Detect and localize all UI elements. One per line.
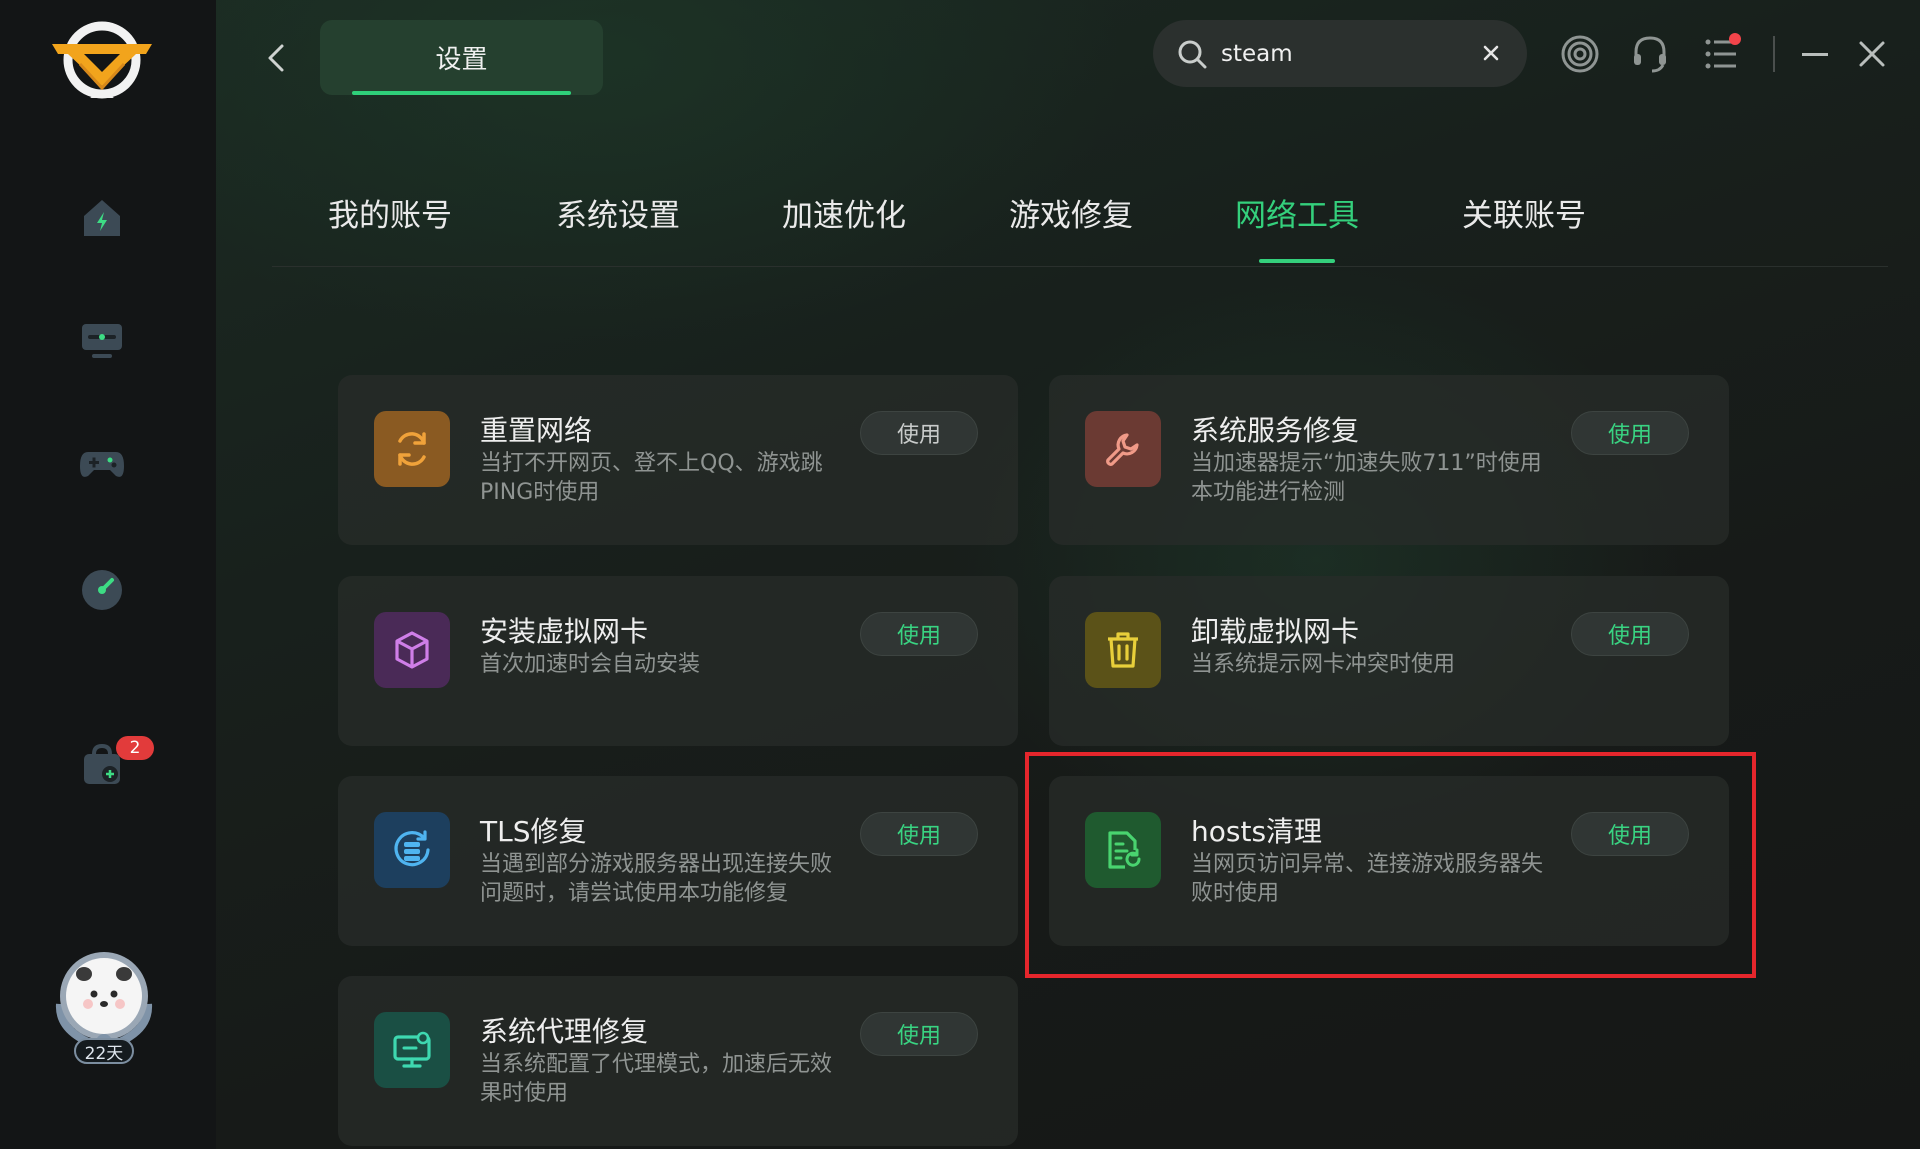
database-sync-icon [374,812,450,888]
use-button[interactable]: 使用 [860,812,978,856]
refresh-icon [374,411,450,487]
trash-icon [1085,612,1161,688]
tool-name: TLS修复 [480,815,587,848]
clear-search-icon[interactable] [1479,41,1503,65]
speedometer-icon[interactable] [78,566,126,614]
tool-description: 当打不开网页、登不上QQ、游戏跳PING时使用 [480,451,823,505]
app-logo [52,21,152,99]
tab-game-repair[interactable]: 游戏修复 [1009,190,1133,235]
tool-card-system-service-repair: 系统服务修复 当加速器提示“加速失败711”时使用本功能进行检测 使用 [1049,375,1729,545]
tab-system-settings[interactable]: 系统设置 [556,190,680,235]
tab-my-account[interactable]: 我的账号 [328,190,452,235]
highlight-box [1025,752,1756,978]
tool-card-tls-repair: TLS修复 当遇到部分游戏服务器出现连接失败问题时，请尝试使用本功能修复 使用 [338,776,1018,946]
use-button[interactable]: 使用 [1571,411,1689,455]
tool-description: 当加速器提示“加速失败711”时使用本功能进行检测 [1191,451,1542,505]
wrench-icon [1085,411,1161,487]
tool-name: 系统服务修复 [1191,414,1360,447]
tool-name: 系统代理修复 [480,1015,649,1048]
use-button[interactable]: 使用 [860,411,978,455]
tool-card-install-virtual-nic: 安装虚拟网卡 首次加速时会自动安装 使用 [338,576,1018,746]
tool-name: 卸载虚拟网卡 [1191,615,1360,648]
minimize-icon[interactable] [1793,32,1837,76]
gamepad-icon[interactable] [78,440,126,488]
tool-name: 安装虚拟网卡 [480,615,649,648]
membership-days: 22天 [74,1038,134,1064]
settings-title-tab[interactable]: 设置 [320,20,603,95]
spiral-icon[interactable] [1558,32,1602,76]
menu-notification-dot [1729,33,1741,45]
tool-description: 当遇到部分游戏服务器出现连接失败问题时，请尝试使用本功能修复 [480,852,833,906]
toolbar-divider [1773,36,1775,72]
search-icon [1178,40,1207,68]
settings-tabs: 我的账号 系统设置 加速优化 游戏修复 网络工具 关联账号 [272,190,1888,267]
cube-icon [374,612,450,688]
tool-description: 当系统配置了代理模式，加速后无效果时使用 [480,1052,833,1106]
sidebar: 2 22天 [0,0,216,1149]
back-arrow-icon[interactable] [264,40,288,76]
avatar[interactable]: 22天 [54,944,154,1070]
use-button[interactable]: 使用 [860,612,978,656]
use-button[interactable]: 使用 [860,1012,978,1056]
tool-card-reset-network: 重置网络 当打不开网页、登不上QQ、游戏跳PING时使用 使用 [338,375,1018,545]
tool-card-system-proxy-repair: 系统代理修复 当系统配置了代理模式，加速后无效果时使用 使用 [338,976,1018,1146]
tool-name: 重置网络 [480,414,593,447]
use-button[interactable]: 使用 [1571,612,1689,656]
page-title: 设置 [435,45,488,75]
monitor-icon [374,1012,450,1088]
headset-icon[interactable] [1628,32,1672,76]
tab-network-tools[interactable]: 网络工具 [1235,190,1359,235]
monitor-nav-icon[interactable] [78,316,126,364]
notification-badge: 2 [116,736,154,760]
tool-description: 当系统提示网卡冲突时使用 [1191,652,1456,677]
close-icon[interactable] [1850,32,1894,76]
active-tab-underline [1259,259,1335,263]
tab-linked-accounts[interactable]: 关联账号 [1462,190,1586,235]
tool-card-uninstall-virtual-nic: 卸载虚拟网卡 当系统提示网卡冲突时使用 使用 [1049,576,1729,746]
search-input[interactable]: steam [1221,41,1293,67]
home-icon[interactable] [78,194,126,242]
search-bar[interactable]: steam [1153,20,1527,87]
tool-description: 首次加速时会自动安装 [480,652,701,677]
title-underline [352,91,571,95]
tab-acceleration[interactable]: 加速优化 [782,190,906,235]
